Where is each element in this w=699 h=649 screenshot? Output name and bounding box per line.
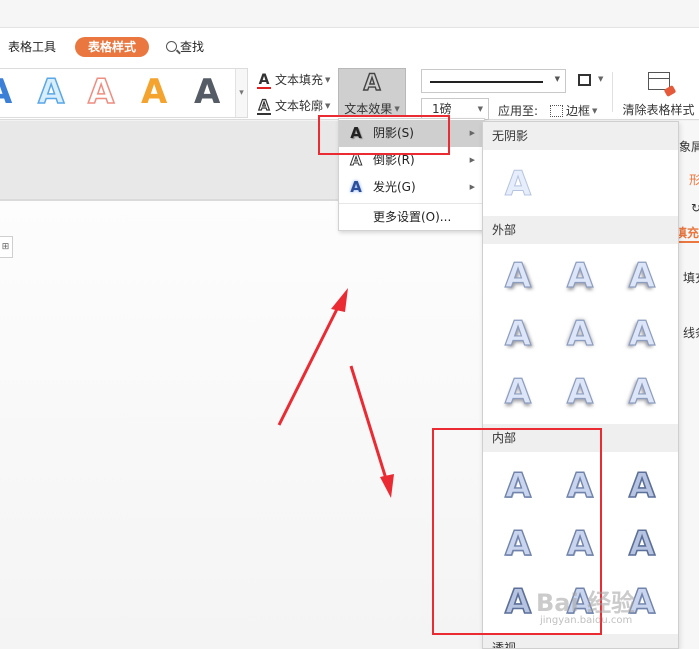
annotation-arrows [277,288,394,498]
arrow-down [349,365,394,498]
watermark-brand: Bai 经验 [536,589,636,617]
arrow-up [277,288,348,426]
watermark-url: jingyan.baidu.com [540,615,633,626]
